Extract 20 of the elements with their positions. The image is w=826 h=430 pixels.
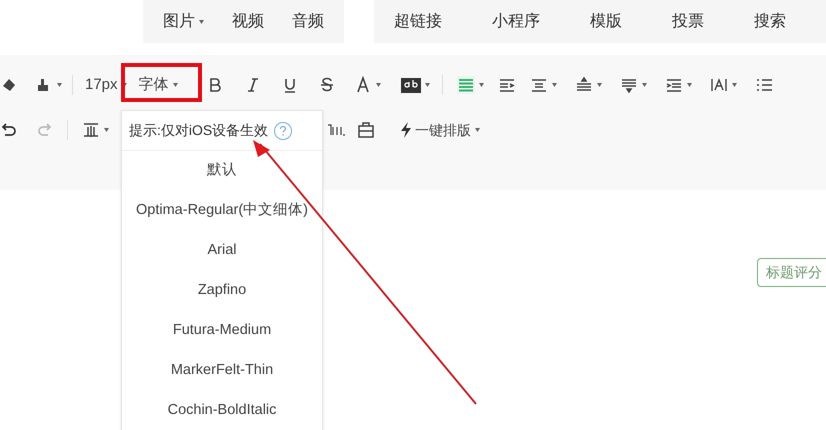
- toolbar-tab[interactable]: 模版: [580, 0, 632, 43]
- toolbar-tab[interactable]: 视频: [222, 0, 274, 43]
- font-option[interactable]: MarkerFelt-Thin: [122, 351, 322, 391]
- font-option[interactable]: Optima-Regular(中文细体): [122, 191, 322, 231]
- toolbar-tab[interactable]: 音频: [282, 0, 334, 43]
- toolbar-tab[interactable]: 图片: [153, 0, 214, 43]
- font-option[interactable]: Zapfino: [122, 271, 322, 311]
- font-option[interactable]: Arial: [122, 231, 322, 271]
- toolbar-tab[interactable]: 小程序: [482, 0, 550, 43]
- font-family-select[interactable]: 字体: [138, 74, 178, 96]
- hint-text: 提示:仅对iOS设备生效: [129, 121, 268, 140]
- font-size-select[interactable]: 17px: [85, 74, 127, 96]
- font-option[interactable]: Cochin-BoldItalic: [122, 391, 322, 430]
- font-option[interactable]: 默认: [122, 151, 322, 191]
- toolbar-tab[interactable]: 搜索: [744, 0, 796, 43]
- font-option[interactable]: Futura-Medium: [122, 311, 322, 351]
- toolbar-tab[interactable]: 超链接: [384, 0, 452, 43]
- title-score-badge: 标题评分: [757, 258, 826, 287]
- toolbar-tab[interactable]: 投票: [662, 0, 714, 43]
- auto-format-button[interactable]: 一键排版: [399, 120, 480, 140]
